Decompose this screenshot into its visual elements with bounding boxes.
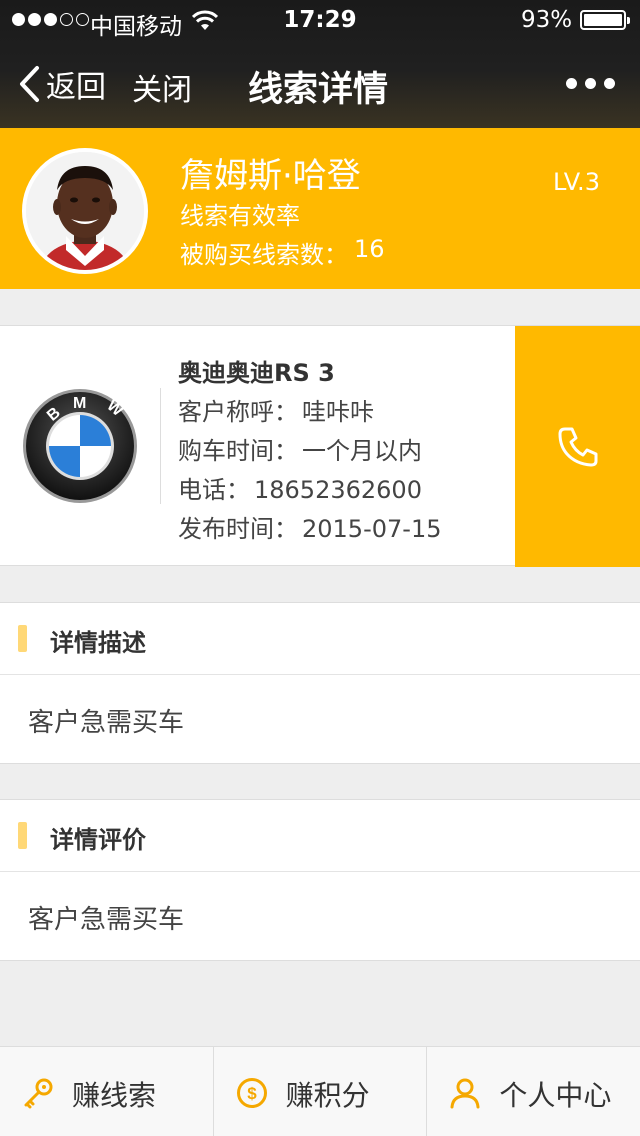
call-button[interactable] [515,326,640,567]
tab-personal-center[interactable]: 个人中心 [426,1047,640,1136]
tab-earn-points[interactable]: $ 赚积分 [212,1047,427,1136]
car-model: 奥迪奥迪RS 3 [178,359,335,387]
section-body: 客户急需买车 [0,675,640,763]
detail-description-section: 详情描述 客户急需买车 [0,602,640,764]
section-title: 详情描述 [50,629,146,657]
lead-info: 奥迪奥迪RS 3 客户称呼： 哇咔咔 购车时间： 一个月以内 电话： 18652… [178,354,441,549]
navigation-bar: 返回 关闭 线索详情 [0,40,640,128]
section-header: 详情描述 [0,603,640,675]
section-header: 详情评价 [0,800,640,872]
section-body: 客户急需买车 [0,872,640,960]
section-content: 客户急需买车 [28,708,185,738]
dollar-coin-icon: $ [236,1078,267,1108]
purchase-time-value: 一个月以内 [302,437,422,465]
phone-icon [558,427,597,466]
customer-label: 客户称呼： [178,398,298,426]
tab-earn-leads[interactable]: 赚线索 [0,1047,213,1136]
avatar [22,148,148,274]
more-dots-icon[interactable] [566,78,615,89]
tab-label: 赚积分 [285,1079,370,1112]
customer-value: 哇咔咔 [302,398,374,426]
battery-percent: 93% [521,7,573,33]
svg-text:M: M [73,395,86,412]
section-title: 详情评价 [50,826,146,854]
purchase-time-row: 购车时间： 一个月以内 [178,432,441,471]
publish-time-row: 发布时间： 2015-07-15 [178,510,441,549]
detail-evaluation-section: 详情评价 客户急需买车 [0,799,640,961]
page-title: 线索详情 [247,70,388,110]
tab-label: 赚线索 [72,1079,157,1112]
battery-icon [580,10,630,30]
level-badge: LV.3 [553,168,600,196]
phone-value: 18652362600 [254,476,422,504]
seller-profile: 詹姆斯·哈登 线索有效率 被购买线索数： 16 LV.3 [0,128,640,289]
bought-leads: 被购买线索数： 16 [180,235,385,270]
lead-validity-rate-label: 线索有效率 [180,202,300,230]
top-bar: 中国移动 17:29 93% 返回 关闭 线索详情 [0,0,640,128]
purchase-time-label: 购车时间： [178,437,298,465]
customer-row: 客户称呼： 哇咔咔 [178,393,441,432]
section-content: 客户急需买车 [28,905,185,935]
phone-label: 电话： [178,476,250,504]
section-marker [18,625,27,652]
lead-card: B M W 奥迪奥迪RS 3 客户称呼： 哇咔咔 购车时间： 一个月以内 电话：… [0,325,640,567]
publish-time-label: 发布时间： [178,515,298,543]
key-icon [24,1078,53,1109]
section-marker [18,822,27,849]
bought-leads-label: 被购买线索数： [180,241,348,269]
phone-row: 电话： 18652362600 [178,471,441,510]
publish-time-value: 2015-07-15 [302,515,442,543]
bottom-tab-bar: 赚线索 $ 赚积分 个人中心 [0,1046,640,1136]
bmw-logo-icon: B M W [23,389,137,503]
person-icon [450,1078,480,1109]
status-bar: 中国移动 17:29 93% [0,0,640,40]
tab-label: 个人中心 [499,1079,612,1112]
card-divider [160,388,161,504]
bought-leads-count: 16 [354,235,385,263]
svg-text:$: $ [247,1084,257,1103]
seller-name: 詹姆斯·哈登 [180,156,361,196]
